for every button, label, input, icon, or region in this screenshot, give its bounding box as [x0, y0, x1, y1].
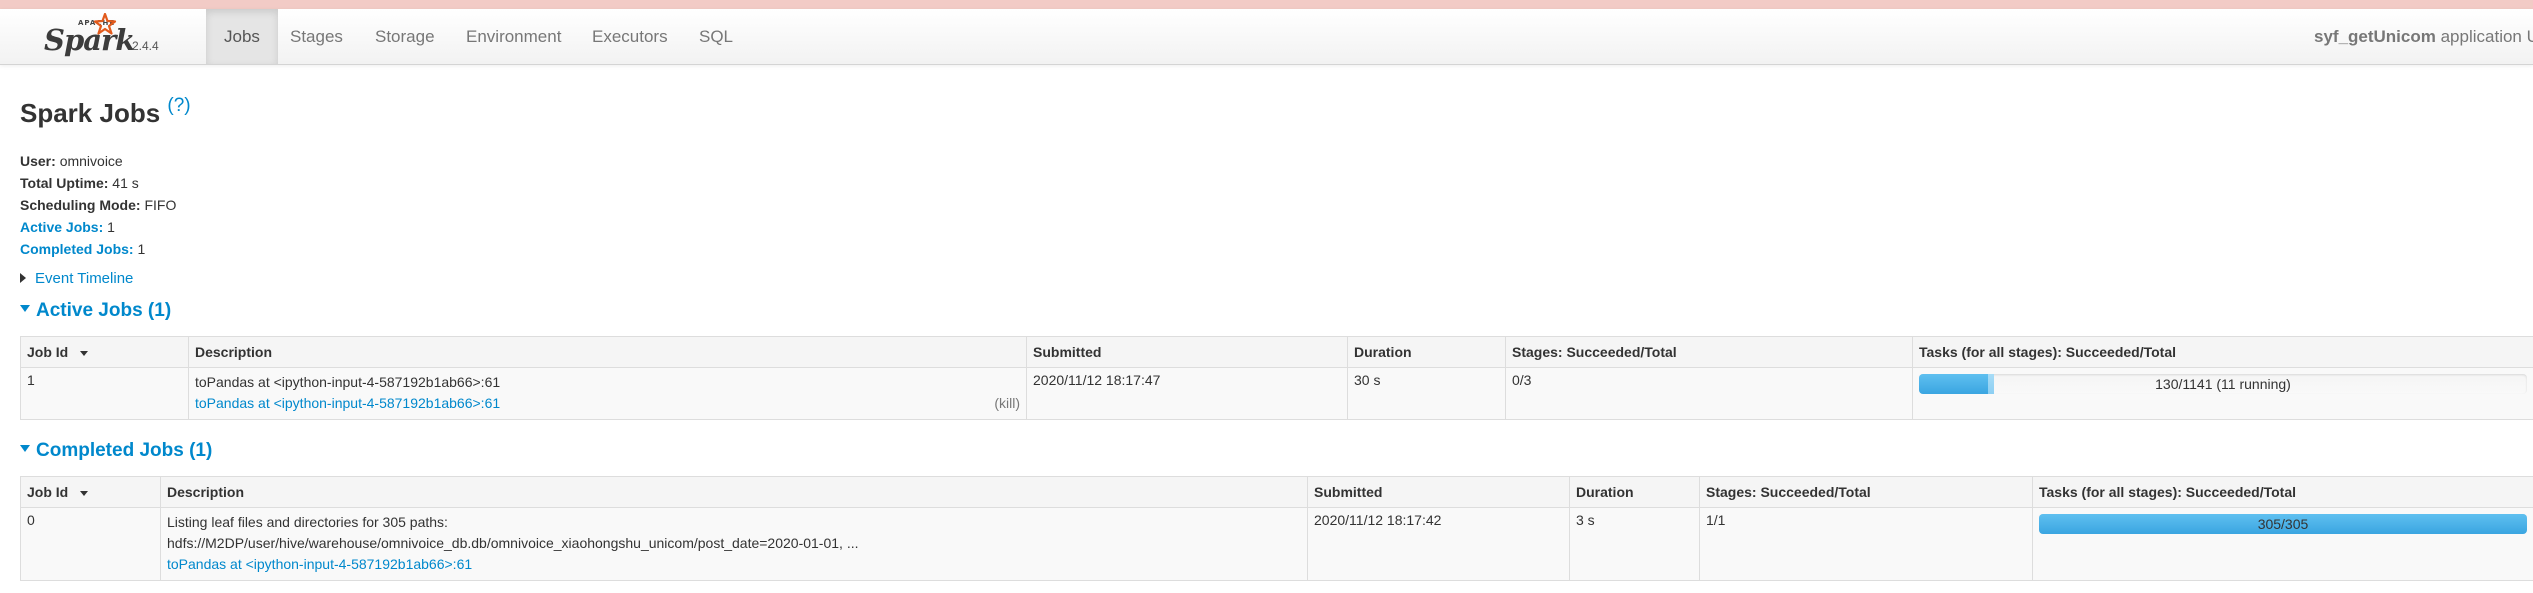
submitted-cell: 2020/11/12 18:17:47	[1026, 367, 1348, 420]
event-timeline-toggle[interactable]: Event Timeline	[20, 270, 133, 287]
job-summary: User: omnivoice Total Uptime: 41 s Sched…	[20, 150, 176, 260]
summary-user: User: omnivoice	[20, 150, 176, 172]
uptime-value: 41 s	[112, 175, 139, 191]
sort-desc-icon	[80, 490, 89, 496]
collapse-arrow-icon	[20, 305, 30, 313]
job-id-cell: 1	[20, 367, 189, 420]
scheduling-label: Scheduling Mode:	[20, 197, 141, 213]
completed-jobs-table: Job Id Description Submitted Duration St…	[20, 476, 2533, 581]
tab-executors[interactable]: Executors	[574, 9, 686, 64]
job-description: toPandas at <ipython-input-4-587192b1ab6…	[195, 374, 501, 390]
completed-jobs-header[interactable]: Completed Jobs (1)	[20, 440, 212, 462]
help-link[interactable]: (?)	[167, 95, 190, 116]
collapse-arrow-icon	[20, 445, 30, 453]
top-accent-strip	[0, 0, 2533, 9]
spark-logo[interactable]: APACHE Spark 2.4.4	[40, 9, 170, 64]
submitted-cell: 2020/11/12 18:17:42	[1307, 507, 1570, 581]
tasks-cell: 305/305	[2032, 507, 2533, 581]
active-jobs-title: Active Jobs (1)	[36, 300, 172, 321]
summary-active: Active Jobs: 1	[20, 216, 176, 238]
uptime-label: Total Uptime:	[20, 175, 109, 191]
col-job-id[interactable]: Job Id	[20, 336, 189, 368]
spark-wordmark: Spark	[44, 23, 135, 57]
stages-cell: 1/1	[1699, 507, 2033, 581]
navbar: APACHE Spark 2.4.4 Jobs Stages Storage E…	[0, 9, 2533, 65]
col-description[interactable]: Description	[188, 336, 1027, 368]
duration-cell: 30 s	[1347, 367, 1506, 420]
col-job-id[interactable]: Job Id	[20, 476, 161, 508]
table-row: 1 toPandas at <ipython-input-4-587192b1a…	[20, 367, 2533, 420]
summary-uptime: Total Uptime: 41 s	[20, 172, 176, 194]
tab-jobs[interactable]: Jobs	[206, 9, 278, 64]
event-timeline-label: Event Timeline	[35, 270, 134, 287]
progress-label: 305/305	[2257, 516, 2309, 532]
stages-cell: 0/3	[1505, 367, 1913, 420]
job-description: Listing leaf files and directories for 3…	[167, 514, 448, 530]
col-duration[interactable]: Duration	[1569, 476, 1700, 508]
col-tasks[interactable]: Tasks (for all stages): Succeeded/Total	[1912, 336, 2533, 368]
table-header-row: Job Id Description Submitted Duration St…	[20, 476, 2533, 508]
col-submitted[interactable]: Submitted	[1026, 336, 1348, 368]
job-description-path: hdfs://M2DP/user/hive/warehouse/omnivoic…	[167, 535, 859, 551]
job-detail-link[interactable]: toPandas at <ipython-input-4-587192b1ab6…	[167, 556, 472, 572]
tab-sql[interactable]: SQL	[681, 9, 751, 64]
kill-job-button[interactable]: (kill)	[994, 393, 1020, 414]
col-tasks[interactable]: Tasks (for all stages): Succeeded/Total	[2032, 476, 2533, 508]
completed-jobs-title: Completed Jobs (1)	[36, 440, 213, 461]
tab-storage[interactable]: Storage	[357, 9, 453, 64]
active-jobs-link[interactable]: Active Jobs:	[20, 219, 103, 235]
scheduling-value: FIFO	[144, 197, 177, 213]
active-jobs-table: Job Id Description Submitted Duration St…	[20, 336, 2533, 420]
tasks-progress-bar: 305/305	[2039, 514, 2527, 534]
col-submitted[interactable]: Submitted	[1307, 476, 1570, 508]
table-row: 0 Listing leaf files and directories for…	[20, 507, 2533, 581]
expand-arrow-icon	[20, 273, 26, 284]
duration-cell: 3 s	[1569, 507, 1700, 581]
col-job-id-label: Job Id	[27, 484, 69, 500]
user-value: omnivoice	[59, 153, 123, 169]
active-jobs-count: 1	[107, 219, 115, 235]
description-cell: Listing leaf files and directories for 3…	[160, 507, 1308, 581]
job-id-cell: 0	[20, 507, 161, 581]
page-title-text: Spark Jobs	[20, 98, 161, 128]
col-job-id-label: Job Id	[27, 344, 69, 360]
spark-version: 2.4.4	[132, 39, 159, 53]
sort-desc-icon	[80, 350, 89, 356]
application-name: syf_getUnicom application UI	[2314, 9, 2533, 64]
col-duration[interactable]: Duration	[1347, 336, 1506, 368]
user-label: User:	[20, 153, 56, 169]
app-name-suffix: application UI	[2435, 27, 2533, 46]
progress-label: 130/1141 (11 running)	[2155, 376, 2291, 392]
tab-stages[interactable]: Stages	[272, 9, 361, 64]
page-title: Spark Jobs (?)	[20, 95, 191, 129]
tab-environment[interactable]: Environment	[448, 9, 579, 64]
tasks-cell: 130/1141 (11 running)	[1912, 367, 2533, 420]
active-jobs-header[interactable]: Active Jobs (1)	[20, 300, 171, 322]
description-cell: toPandas at <ipython-input-4-587192b1ab6…	[188, 367, 1027, 420]
tasks-progress-bar: 130/1141 (11 running)	[1919, 374, 2527, 394]
table-header-row: Job Id Description Submitted Duration St…	[20, 336, 2533, 368]
completed-jobs-count: 1	[137, 241, 146, 257]
summary-completed: Completed Jobs: 1	[20, 238, 176, 260]
col-stages[interactable]: Stages: Succeeded/Total	[1505, 336, 1913, 368]
job-detail-link[interactable]: toPandas at <ipython-input-4-587192b1ab6…	[195, 395, 500, 411]
col-description[interactable]: Description	[160, 476, 1308, 508]
completed-jobs-link[interactable]: Completed Jobs:	[20, 241, 134, 257]
app-name-bold: syf_getUnicom	[2314, 27, 2436, 46]
summary-scheduling: Scheduling Mode: FIFO	[20, 194, 176, 216]
col-stages[interactable]: Stages: Succeeded/Total	[1699, 476, 2033, 508]
